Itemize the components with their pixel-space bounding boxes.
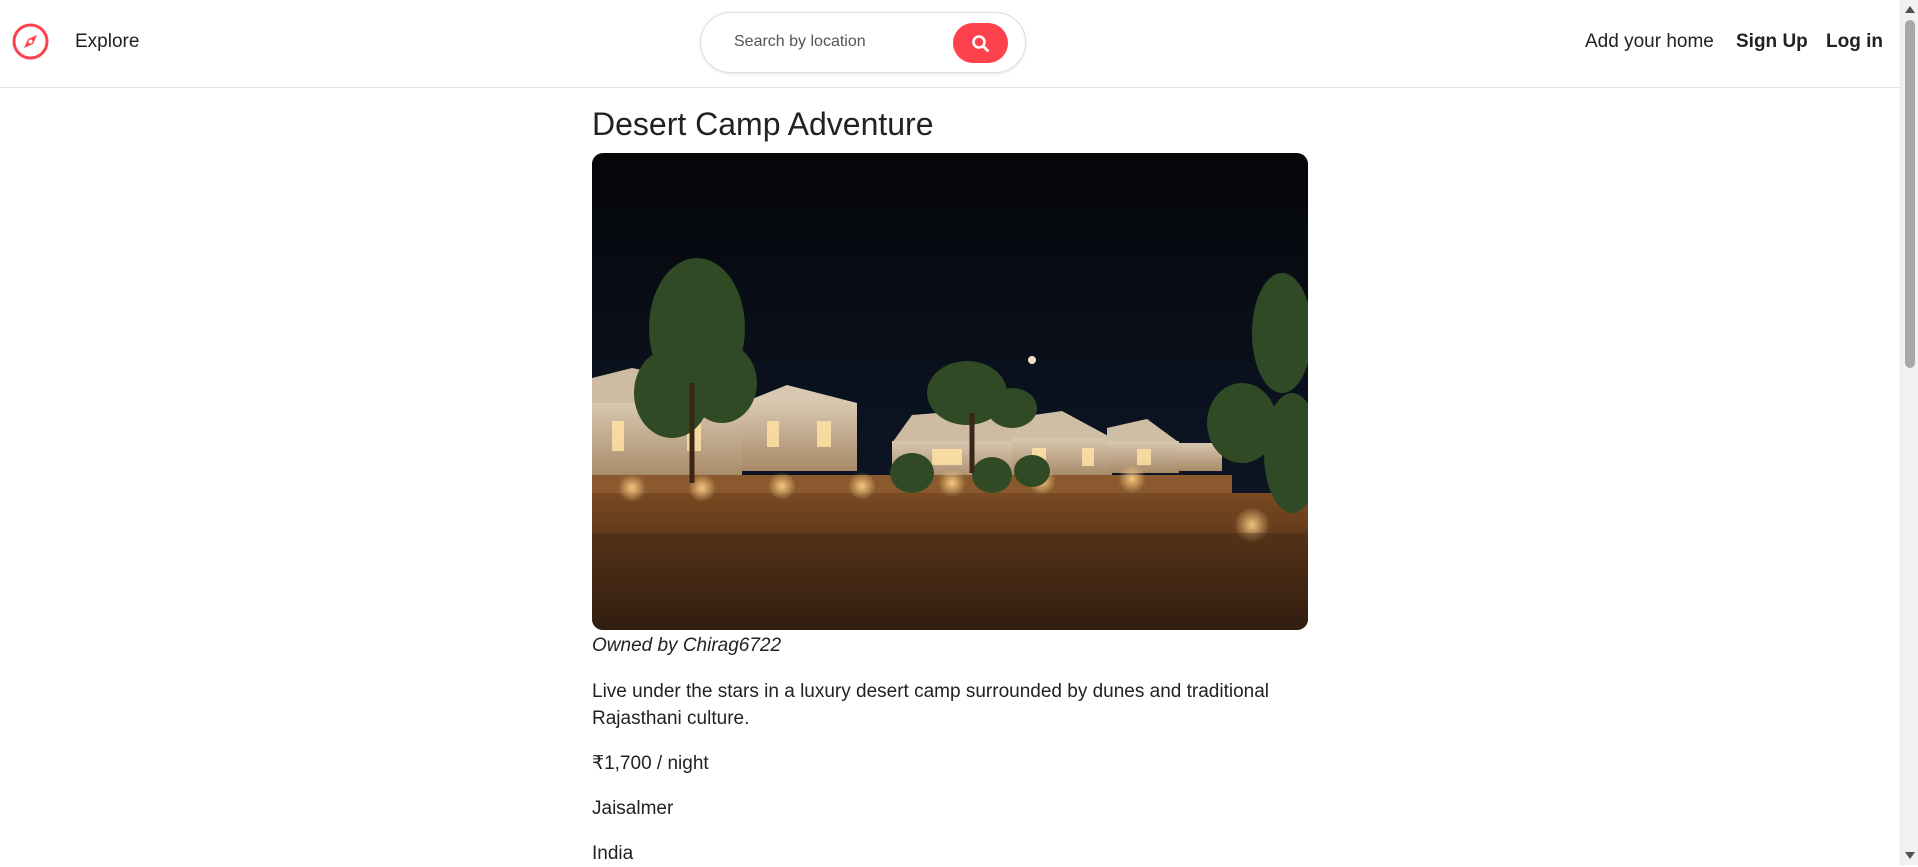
owner-label: Owned by Chirag6722 [592, 635, 782, 656]
scrollbar-thumb[interactable] [1905, 20, 1915, 368]
search-form [700, 12, 1026, 73]
search-icon [972, 35, 989, 52]
vertical-scrollbar[interactable] [1900, 0, 1918, 865]
explore-link[interactable]: Explore [75, 31, 139, 53]
listing-detail: Desert Camp Adventure Owned by Chirag672… [592, 88, 1308, 867]
compass-icon[interactable] [11, 22, 50, 61]
listing-title: Desert Camp Adventure [592, 106, 934, 142]
listing-image [592, 153, 1308, 630]
listing-country: India [592, 843, 634, 864]
scroll-down-arrow-icon[interactable] [1905, 852, 1915, 859]
listing-description: Live under the stars in a luxury desert … [592, 681, 1270, 729]
listing-price: ₹1,700 / night [592, 753, 709, 774]
log-in-link[interactable]: Log in [1826, 31, 1883, 53]
search-button[interactable] [953, 23, 1008, 63]
scroll-up-arrow-icon[interactable] [1905, 6, 1915, 13]
search-input[interactable] [732, 27, 932, 57]
sign-up-link[interactable]: Sign Up [1736, 31, 1808, 53]
navbar: Explore Add your home Sign Up Log in [0, 0, 1900, 88]
listing-location: Jaisalmer [592, 798, 674, 819]
add-your-home-link[interactable]: Add your home [1585, 31, 1714, 53]
